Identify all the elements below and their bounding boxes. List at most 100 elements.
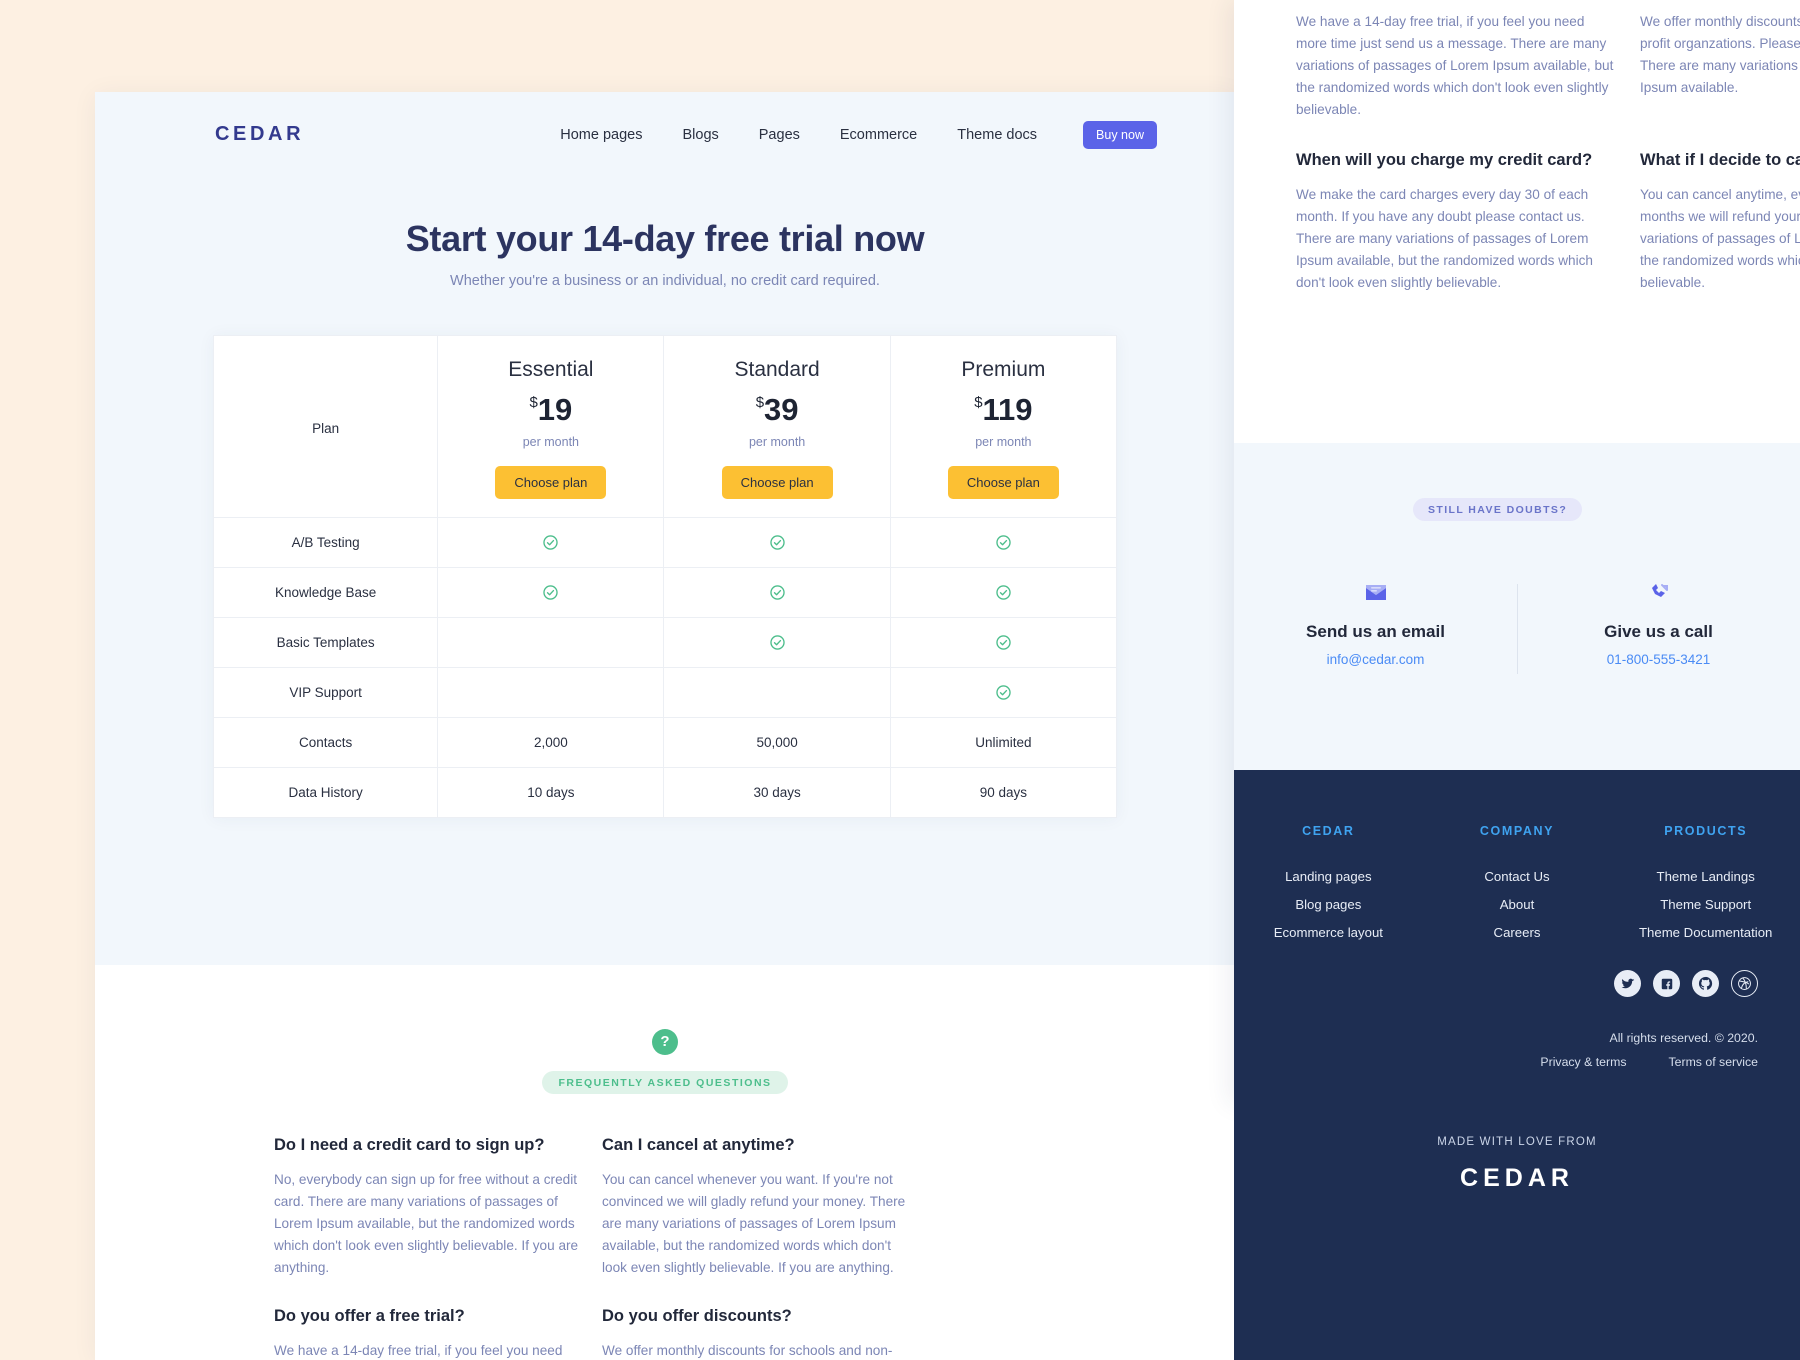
social-links <box>1614 970 1758 997</box>
plan-row-header: Plan <box>212 335 439 518</box>
terms-of-service-link[interactable]: Terms of service <box>1668 1055 1758 1069</box>
site-footer: CEDAR Landing pages Blog pages Ecommerce… <box>1234 770 1800 1104</box>
footer-link[interactable]: Careers <box>1423 925 1612 940</box>
pricing-page-panel: CEDAR Home pages Blogs Pages Ecommerce T… <box>95 92 1235 1360</box>
footer-link[interactable]: Theme Documentation <box>1611 925 1800 940</box>
choose-plan-button-premium[interactable]: Choose plan <box>947 466 1059 499</box>
feature-check-cell <box>889 517 1118 568</box>
faq-question: When will you charge my credit card? <box>1296 151 1593 170</box>
footer-link[interactable]: Theme Landings <box>1611 869 1800 884</box>
footer-link[interactable]: About <box>1423 897 1612 912</box>
price-amount: 19 <box>537 392 573 427</box>
plan-price: $39 <box>664 394 889 425</box>
footer-column-products: PRODUCTS Theme Landings Theme Support Th… <box>1611 824 1800 953</box>
feature-check-cell <box>663 617 891 668</box>
faq-answer: You can cancel whenever you want. If you… <box>602 1172 906 1276</box>
facebook-icon[interactable] <box>1653 970 1680 997</box>
faq-contact-panel: Do you offer a free trial?We have a 14-d… <box>1234 0 1800 1104</box>
nav-item-home-pages[interactable]: Home pages <box>560 127 642 143</box>
faq-badge: FREQUENTLY ASKED QUESTIONS <box>542 1071 788 1094</box>
pricing-feature-rows: A/B Testing Knowledge Base Basic Templates… <box>212 517 1118 818</box>
page-subtitle: Whether you're a business or an individu… <box>450 273 880 289</box>
privacy-terms-link[interactable]: Privacy & terms <box>1540 1055 1626 1069</box>
made-with-love-label: MADE WITH LOVE FROM <box>1437 1136 1597 1148</box>
plan-name: Essential <box>508 358 594 381</box>
faq-answer: No, everybody can sign up for free witho… <box>274 1172 579 1276</box>
page-root: CEDAR Home pages Blogs Pages Ecommerce T… <box>0 0 1800 1360</box>
dribbble-icon[interactable] <box>1731 970 1758 997</box>
faq-item: Do you offer a free trial? We have a 14-d… <box>274 1307 602 1360</box>
faq-answer: We have a 14-day free trial, if you feel… <box>274 1343 563 1359</box>
contact-phone-value[interactable]: 01-800-555-3421 <box>1517 652 1800 667</box>
footer-heading: COMPANY <box>1479 824 1555 838</box>
footer-link[interactable]: Contact Us <box>1423 869 1612 884</box>
pricing-feature-row: Contacts 2,000 50,000 Unlimited <box>212 717 1118 768</box>
nav-item-theme-docs[interactable]: Theme docs <box>957 127 1037 143</box>
plan-name: Premium <box>961 358 1046 381</box>
feature-label: VIP Support <box>212 667 439 718</box>
faq-question: Do I need a credit card to sign up? <box>274 1136 545 1154</box>
feature-check-cell <box>437 667 665 718</box>
nav-item-blogs[interactable]: Blogs <box>682 127 718 143</box>
choose-plan-button-essential[interactable]: Choose plan <box>495 466 607 499</box>
plan-period: per month <box>522 435 579 449</box>
question-mark-icon: ? <box>652 1029 678 1055</box>
nav-item-ecommerce[interactable]: Ecommerce <box>840 127 917 143</box>
nav-links: Home pages Blogs Pages Ecommerce Theme d… <box>560 120 1157 149</box>
faq-question: Do you offer discounts? <box>602 1307 792 1326</box>
page-title: Start your 14-day free trial now <box>405 218 925 259</box>
currency-symbol: $ <box>974 394 983 411</box>
footer-brand-logo: CEDAR <box>1460 1164 1574 1192</box>
still-have-doubts-badge: STILL HAVE DOUBTS? <box>1413 498 1583 521</box>
feature-check-cell <box>663 517 891 568</box>
faq-answer: We make the card charges every day 30 of… <box>1296 187 1593 291</box>
feature-value-cell: 50,000 <box>663 717 891 768</box>
currency-symbol: $ <box>755 394 765 411</box>
faq-item: What if I decide to cancel later? You can… <box>1640 151 1800 294</box>
footer-link[interactable]: Ecommerce layout <box>1234 925 1423 940</box>
envelope-icon <box>1234 576 1517 608</box>
plan-column-essential: Essential $19 per month Choose plan <box>437 335 665 518</box>
footer-legal: All rights reserved. © 2020. Privacy & t… <box>1438 1031 1758 1069</box>
brand-logo[interactable]: CEDAR <box>215 123 304 146</box>
feature-label: Basic Templates <box>212 617 439 668</box>
plan-column-standard: Standard $39 per month Choose plan <box>663 335 891 518</box>
feature-check-cell <box>889 617 1118 668</box>
footer-link[interactable]: Landing pages <box>1234 869 1423 884</box>
pricing-feature-row: VIP Support <box>212 667 1118 718</box>
feature-label: A/B Testing <box>212 517 439 568</box>
twitter-icon[interactable] <box>1614 970 1641 997</box>
phone-icon <box>1517 576 1800 608</box>
contact-row: Send us an email info@cedar.com Give us … <box>1234 576 1800 674</box>
plan-column-premium: Premium $119 per month Choose plan <box>889 335 1118 518</box>
plan-price: $119 <box>891 394 1116 425</box>
feature-check-cell <box>663 667 891 718</box>
nav-item-pages[interactable]: Pages <box>759 127 800 143</box>
feature-value-cell: 90 days <box>889 767 1118 818</box>
currency-symbol: $ <box>529 394 538 411</box>
feature-value-cell: Unlimited <box>889 717 1118 768</box>
legal-links: Privacy & terms Terms of service <box>1438 1055 1758 1069</box>
footer-link[interactable]: Theme Support <box>1611 897 1800 912</box>
faq-item: Can I cancel at anytime? You can cancel w… <box>602 1136 930 1279</box>
hero: Start your 14-day free trial now Whether… <box>95 218 1235 289</box>
footer-column-cedar: CEDAR Landing pages Blog pages Ecommerce… <box>1234 824 1423 953</box>
pricing-table: Plan Essential $19 per month Choose plan… <box>212 335 1118 818</box>
faq-item: Do I need a credit card to sign up? No, e… <box>274 1136 602 1279</box>
pricing-feature-row: Basic Templates <box>212 617 1118 668</box>
footer-link[interactable]: Blog pages <box>1234 897 1423 912</box>
feature-check-cell <box>437 517 665 568</box>
right-faq-grid: Do you offer a free trial?We have a 14-d… <box>1296 0 1800 294</box>
footer-column-company: COMPANY Contact Us About Careers <box>1423 824 1612 953</box>
faq-question: Do you offer a free trial? <box>274 1307 465 1326</box>
faq-item: Do you offer discounts? We offer monthly … <box>602 1307 930 1360</box>
buy-now-button[interactable]: Buy now <box>1083 120 1157 149</box>
faq-answer: We offer monthly discounts for schools a… <box>1640 14 1800 96</box>
contact-email-value[interactable]: info@cedar.com <box>1234 652 1517 667</box>
pricing-table-header-row: Plan Essential $19 per month Choose plan… <box>212 335 1118 518</box>
faq-item: Do you offer a free trial?We have a 14-d… <box>1296 0 1640 121</box>
made-with-love-block: MADE WITH LOVE FROM CEDAR <box>1234 1104 1800 1360</box>
choose-plan-button-standard[interactable]: Choose plan <box>721 466 833 499</box>
github-icon[interactable] <box>1692 970 1719 997</box>
feature-label: Data History <box>212 767 439 818</box>
